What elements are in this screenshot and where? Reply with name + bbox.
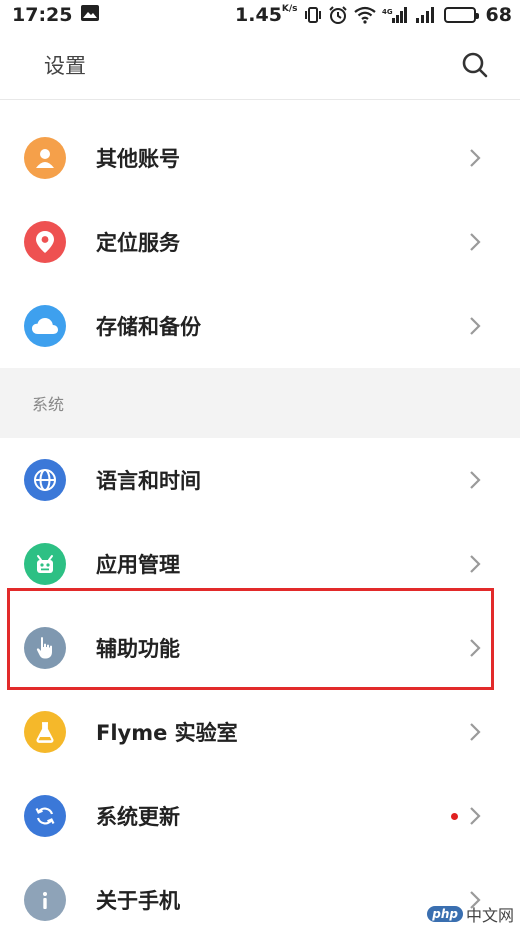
settings-item-label: 辅助功能 (96, 637, 180, 661)
settings-item-label: 其他账号 (96, 147, 180, 171)
search-icon (462, 52, 488, 77)
settings-item-label: 应用管理 (96, 553, 180, 577)
svg-text:4G: 4G (382, 8, 393, 16)
refresh-icon (24, 795, 66, 837)
settings-item-system-update[interactable]: 系统更新 (0, 774, 520, 858)
settings-item-label: 关于手机 (96, 889, 180, 913)
settings-item-label: Flyme 实验室 (96, 721, 238, 745)
watermark-text: 中文网 (465, 906, 514, 925)
app-manage-icon (24, 543, 66, 585)
chevron-right-icon (470, 639, 481, 657)
settings-item-accessibility[interactable]: 辅助功能 (0, 606, 520, 690)
settings-item-flyme-lab[interactable]: Flyme 实验室 (0, 690, 520, 774)
chevron-right-icon (470, 471, 481, 489)
settings-item-app-management[interactable]: 应用管理 (0, 522, 520, 606)
chevron-right-icon (470, 233, 481, 251)
hand-icon (24, 627, 66, 669)
info-icon (24, 879, 66, 921)
battery-indicator: 68 (443, 4, 512, 26)
battery-level: 68 (485, 4, 512, 26)
chevron-right-icon (470, 555, 481, 573)
status-bar: 17:25 1.45K/s 4G 68 (0, 0, 520, 30)
settings-list: 其他账号 定位服务 存储和备份 系统 语言和时间 应用管理 辅助功能 Flyme… (0, 100, 520, 930)
battery-icon (443, 7, 479, 23)
cloud-icon (24, 305, 66, 347)
wifi-icon (353, 6, 376, 24)
vibrate-icon (304, 6, 322, 24)
settings-item-location[interactable]: 定位服务 (0, 200, 520, 284)
chevron-right-icon (470, 149, 481, 167)
flask-icon (24, 711, 66, 753)
search-button[interactable] (458, 48, 492, 82)
watermark: php 中文网 (427, 902, 514, 926)
section-header-system: 系统 (0, 368, 520, 438)
chevron-right-icon (470, 807, 481, 825)
globe-icon (24, 459, 66, 501)
signal-icon (414, 6, 438, 24)
chevron-right-icon (470, 723, 481, 741)
settings-item-language-time[interactable]: 语言和时间 (0, 438, 520, 522)
alarm-icon (328, 5, 348, 25)
status-time: 17:25 (12, 4, 73, 26)
settings-item-label: 存储和备份 (96, 315, 201, 339)
settings-item-label: 定位服务 (96, 231, 180, 255)
network-speed: 1.45K/s (235, 4, 298, 26)
settings-item-other-accounts[interactable]: 其他账号 (0, 116, 520, 200)
account-icon (24, 137, 66, 179)
settings-item-label: 系统更新 (96, 805, 180, 829)
signal-4g-icon: 4G (382, 6, 408, 24)
watermark-badge: php (427, 906, 463, 922)
image-notification-icon (80, 4, 100, 27)
settings-item-label: 语言和时间 (96, 469, 201, 493)
chevron-right-icon (470, 317, 481, 335)
update-badge (451, 812, 458, 820)
page-header: 设置 (0, 30, 520, 100)
settings-item-storage-backup[interactable]: 存储和备份 (0, 284, 520, 368)
location-icon (24, 221, 66, 263)
page-title: 设置 (44, 53, 86, 78)
